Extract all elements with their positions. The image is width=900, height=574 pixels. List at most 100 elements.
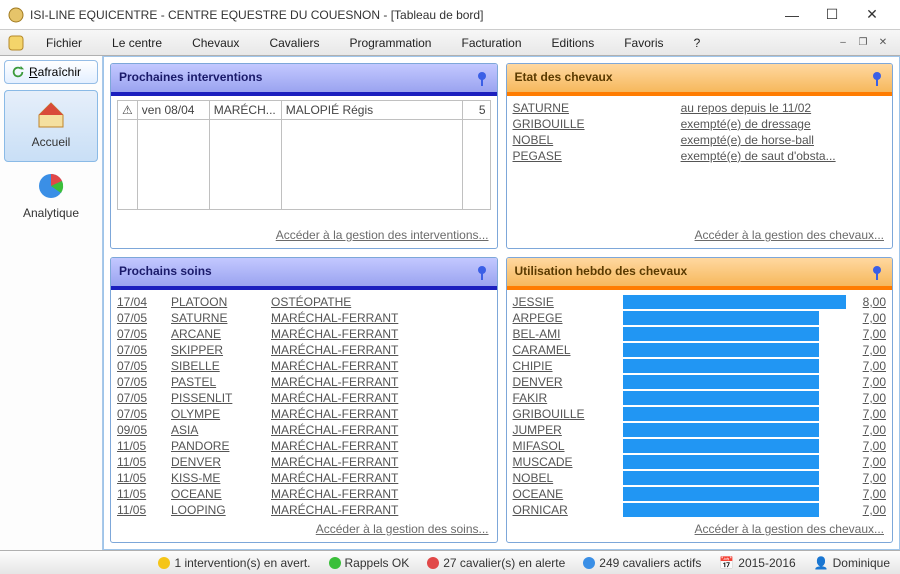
table-row[interactable]: 07/05 SKIPPER MARÉCHAL-FERRANT: [117, 342, 491, 358]
horse-link[interactable]: DENVER: [171, 455, 221, 469]
table-row[interactable]: CHIPIE7,00: [513, 358, 887, 374]
horse-link[interactable]: JESSIE: [513, 295, 554, 309]
horse-link[interactable]: NOBEL: [513, 471, 554, 485]
status-link[interactable]: exempté(e) de horse-ball: [681, 133, 814, 147]
horse-link[interactable]: SATURNE: [171, 311, 227, 325]
table-row[interactable]: 07/05 OLYMPE MARÉCHAL-FERRANT: [117, 406, 491, 422]
date-link[interactable]: 07/05: [117, 359, 147, 373]
date-link[interactable]: 11/05: [117, 439, 146, 453]
date-link[interactable]: 07/05: [117, 407, 147, 421]
table-row[interactable]: CARAMEL7,00: [513, 342, 887, 358]
horse-link[interactable]: DENVER: [513, 375, 563, 389]
mdi-close-icon[interactable]: ✕: [874, 36, 892, 50]
care-link[interactable]: MARÉCHAL-FERRANT: [271, 487, 398, 501]
horse-link[interactable]: PANDORE: [171, 439, 229, 453]
sidebar-item-accueil[interactable]: Accueil: [4, 90, 98, 162]
horse-link[interactable]: MUSCADE: [513, 455, 573, 469]
menu-cavaliers[interactable]: Cavaliers: [263, 34, 339, 52]
table-row[interactable]: JUMPER7,00: [513, 422, 887, 438]
horse-link[interactable]: OLYMPE: [171, 407, 220, 421]
care-link[interactable]: MARÉCHAL-FERRANT: [271, 375, 398, 389]
menu-favoris[interactable]: Favoris: [618, 34, 683, 52]
mdi-minimize-icon[interactable]: –: [834, 36, 852, 50]
horse-link[interactable]: SATURNE: [513, 101, 569, 115]
care-link[interactable]: MARÉCHAL-FERRANT: [271, 471, 398, 485]
date-link[interactable]: 11/05: [117, 471, 146, 485]
table-row[interactable]: NOBEL exempté(e) de horse-ball: [513, 132, 887, 148]
horse-link[interactable]: PISSENLIT: [171, 391, 232, 405]
table-row[interactable]: 11/05LOOPINGMARÉCHAL-FERRANT: [117, 502, 491, 518]
table-row[interactable]: 17/04PLATOONOSTÉOPATHE: [117, 294, 491, 310]
menu-help[interactable]: ?: [688, 34, 721, 52]
horse-link[interactable]: JUMPER: [513, 423, 562, 437]
close-button[interactable]: ✕: [852, 1, 892, 29]
table-row[interactable]: FAKIR7,00: [513, 390, 887, 406]
table-row[interactable]: BEL-AMI7,00: [513, 326, 887, 342]
horse-link[interactable]: LOOPING: [171, 503, 226, 517]
pin-icon[interactable]: [473, 264, 491, 282]
mdi-restore-icon[interactable]: ❐: [854, 36, 872, 50]
horse-link[interactable]: NOBEL: [513, 133, 554, 147]
table-row[interactable]: SATURNEau repos depuis le 11/02: [513, 100, 887, 116]
date-link[interactable]: 07/05: [117, 311, 147, 325]
date-link[interactable]: 07/05: [117, 391, 147, 405]
table-row[interactable]: MUSCADE7,00: [513, 454, 887, 470]
refresh-button[interactable]: Rafraîchir: [4, 60, 98, 84]
date-link[interactable]: 17/04: [117, 295, 147, 309]
horse-link[interactable]: SIBELLE: [171, 359, 220, 373]
menu-fichier[interactable]: Fichier: [40, 34, 102, 52]
horse-link[interactable]: CARAMEL: [513, 343, 571, 357]
status-actifs[interactable]: 249 cavaliers actifs: [583, 556, 701, 570]
table-row[interactable]: 11/05PANDOREMARÉCHAL-FERRANT: [117, 438, 491, 454]
care-link[interactable]: MARÉCHAL-FERRANT: [271, 343, 398, 357]
horse-link[interactable]: ARPEGE: [513, 311, 563, 325]
table-row[interactable]: 07/05ARCANEMARÉCHAL-FERRANT: [117, 326, 491, 342]
horse-link[interactable]: GRIBOUILLE: [513, 407, 585, 421]
table-row[interactable]: GRIBOUILLE exempté(e) de dressage: [513, 116, 887, 132]
care-link[interactable]: MARÉCHAL-FERRANT: [271, 407, 398, 421]
horse-link[interactable]: GRIBOUILLE: [513, 117, 585, 131]
date-link[interactable]: 11/05: [117, 455, 146, 469]
app-menu-icon[interactable]: [8, 35, 24, 51]
date-link[interactable]: 07/05: [117, 327, 147, 341]
table-row[interactable]: GRIBOUILLE7,00: [513, 406, 887, 422]
menu-programmation[interactable]: Programmation: [343, 34, 451, 52]
horse-link[interactable]: KISS-ME: [171, 471, 220, 485]
maximize-button[interactable]: ☐: [812, 1, 852, 29]
status-alert[interactable]: 27 cavalier(s) en alerte: [427, 556, 565, 570]
date-link[interactable]: 09/05: [117, 423, 147, 437]
table-row[interactable]: ⚠ ven 08/04 MARÉCH... MALOPIÉ Régis 5: [118, 101, 491, 120]
date-link[interactable]: 07/05: [117, 343, 147, 357]
table-row[interactable]: 07/05SIBELLEMARÉCHAL-FERRANT: [117, 358, 491, 374]
table-row[interactable]: 07/05PISSENLITMARÉCHAL-FERRANT: [117, 390, 491, 406]
horse-link[interactable]: SKIPPER: [171, 343, 223, 357]
table-row[interactable]: DENVER7,00: [513, 374, 887, 390]
horse-link[interactable]: ASIA: [171, 423, 198, 437]
table-row[interactable]: JESSIE8,00: [513, 294, 887, 310]
menu-lecentre[interactable]: Le centre: [106, 34, 182, 52]
status-ok[interactable]: Rappels OK: [329, 556, 410, 570]
menu-chevaux[interactable]: Chevaux: [186, 34, 259, 52]
horse-link[interactable]: OCEANE: [513, 487, 564, 501]
etat-footer-link[interactable]: Accéder à la gestion des chevaux...: [695, 228, 884, 242]
status-user[interactable]: 👤Dominique: [814, 556, 890, 570]
table-row[interactable]: 07/05PASTELMARÉCHAL-FERRANT: [117, 374, 491, 390]
status-link[interactable]: exempté(e) de dressage: [681, 117, 811, 131]
horse-link[interactable]: ARCANE: [171, 327, 221, 341]
table-row[interactable]: ORNICAR7,00: [513, 502, 887, 518]
table-row[interactable]: ARPEGE7,00: [513, 310, 887, 326]
care-link[interactable]: MARÉCHAL-FERRANT: [271, 423, 398, 437]
sidebar-item-analytique[interactable]: Analytique: [4, 162, 98, 232]
table-row[interactable]: 09/05 ASIA MARÉCHAL-FERRANT: [117, 422, 491, 438]
horse-link[interactable]: PLATOON: [171, 295, 227, 309]
table-row[interactable]: NOBEL7,00: [513, 470, 887, 486]
table-row[interactable]: 11/05OCEANEMARÉCHAL-FERRANT: [117, 486, 491, 502]
table-row[interactable]: MIFASOL7,00: [513, 438, 887, 454]
pin-icon[interactable]: [473, 70, 491, 88]
horse-link[interactable]: CHIPIE: [513, 359, 553, 373]
date-link[interactable]: 11/05: [117, 503, 146, 517]
care-link[interactable]: MARÉCHAL-FERRANT: [271, 455, 398, 469]
minimize-button[interactable]: —: [772, 1, 812, 29]
date-link[interactable]: 07/05: [117, 375, 147, 389]
horse-link[interactable]: FAKIR: [513, 391, 548, 405]
